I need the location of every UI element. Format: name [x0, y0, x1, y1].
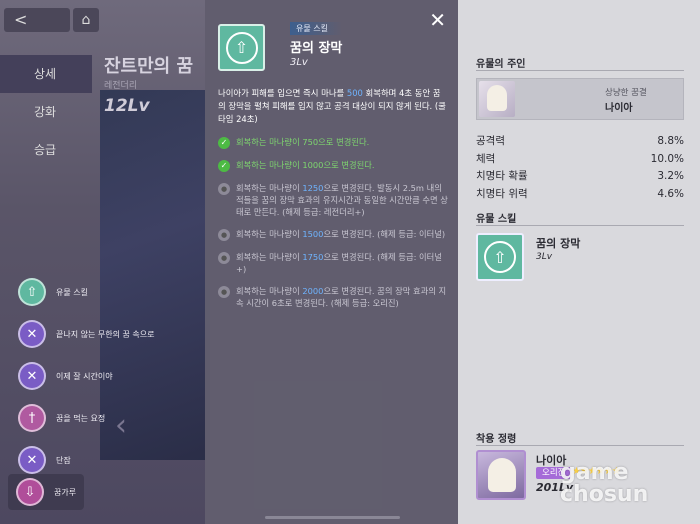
owner-card[interactable]: 상냥한 꿈결 나이아	[476, 78, 684, 120]
divider	[476, 225, 684, 226]
lock-icon: ●	[218, 183, 230, 195]
stat-row: 치명타 위력 4.6%	[476, 187, 684, 200]
tab-detail[interactable]: 상세	[0, 55, 92, 93]
up-arrow-icon: ⇧	[18, 278, 46, 306]
skill-item[interactable]: ✕ 끝나지 않는 무한의 꿈 속으로	[18, 314, 155, 354]
owner-title: 유물의 주인	[476, 59, 526, 70]
upgrade-item: ✓ 회복하는 마나량이 1000으로 변경된다.	[218, 159, 450, 172]
stat-row: 치명타 확률 3.2%	[476, 170, 684, 182]
artifact-title: 잔트만의 꿈	[104, 56, 194, 77]
avatar	[479, 81, 515, 117]
stat-row: 체력 10.0%	[476, 152, 684, 165]
skill-icon: ⇧	[218, 24, 265, 71]
crossed-swords-icon: ✕	[18, 446, 46, 474]
close-icon[interactable]: ✕	[429, 10, 446, 30]
skill-label: 이제 잘 시간이야	[56, 371, 113, 381]
top-bar: < ⌂	[0, 0, 205, 38]
skill-name: 꿈의 장막	[290, 41, 343, 56]
scrollbar[interactable]	[265, 516, 400, 519]
skill-label: 꿈을 먹는 요정	[56, 413, 106, 423]
stat-list: 공격력 8.8% 체력 10.0% 치명타 확률 3.2% 치명타 위력 4.6%	[476, 133, 684, 203]
tab-promote[interactable]: 승급	[0, 131, 92, 169]
owner-name: 나이아	[605, 103, 633, 114]
back-button[interactable]: <	[4, 8, 70, 32]
equipped-spirit-avatar[interactable]	[476, 450, 526, 500]
artifact-skill-icon[interactable]: ⇧	[476, 233, 524, 281]
skill-label: 단잠	[56, 455, 71, 465]
upgrade-text: 회복하는 마나량이 1250으로 변경된다. 발동시 2.5m 내의 적들을 꿈…	[236, 183, 448, 217]
back-icon: <	[14, 10, 28, 29]
lock-icon: ●	[218, 252, 230, 264]
artifact-skill-level: 3Lv	[536, 252, 553, 262]
divider	[476, 70, 684, 71]
skill-item[interactable]: † 꿈을 먹는 요정	[18, 398, 155, 438]
skill-item[interactable]: ⇧ 유물 스킬	[18, 272, 155, 312]
stat-row: 공격력 8.8%	[476, 135, 684, 147]
crossed-swords-icon: ✕	[18, 362, 46, 390]
artifact-skill-name: 꿈의 장막	[536, 237, 581, 250]
upgrade-item: ● 회복하는 마나량이 1500으로 변경된다. (해제 등급: 이터널)	[218, 228, 450, 241]
tab-enhance[interactable]: 강화	[0, 93, 92, 131]
skill-item[interactable]: ✕ 이제 잘 시간이야	[18, 356, 155, 396]
skill-label: 끝나지 않는 무한의 꿈 속으로	[56, 329, 155, 339]
upgrade-text: 회복하는 마나량이 1500으로 변경된다. (해제 등급: 이터널)	[236, 229, 446, 239]
upgrade-item: ✓ 회복하는 마나량이 750으로 변경된다.	[218, 136, 450, 149]
upgrade-text: 회복하는 마나량이 1750으로 변경된다. (해제 등급: 이터널+)	[236, 252, 442, 274]
upgrade-text: 회복하는 마나량이 2000으로 변경된다. 꿈의 장막 효과의 지속 시간이 …	[236, 286, 447, 308]
skill-description: 나이아가 피해를 입으면 즉시 마나를 500 회복하며 4초 동안 꿈의 장막…	[218, 88, 446, 124]
up-arrow-icon: ⇧	[484, 241, 516, 273]
skill-item[interactable]: ⇩ 꿈가루	[8, 474, 85, 510]
upgrade-list: ✓ 회복하는 마나량이 750으로 변경된다. ✓ 회복하는 마나량이 1000…	[218, 136, 450, 319]
equip-section-title: 착용 정령	[476, 434, 517, 445]
skill-label: 꿈가루	[54, 487, 77, 497]
skill-type-tag: 유물 스킬	[290, 22, 342, 35]
skill-section-title: 유물 스킬	[476, 214, 517, 225]
check-icon: ✓	[218, 137, 230, 149]
upgrade-text: 회복하는 마나량이 750으로 변경된다.	[236, 137, 370, 147]
sword-icon: †	[18, 404, 46, 432]
side-tabs: 상세 강화 승급	[0, 55, 92, 169]
upgrade-item: ● 회복하는 마나량이 1750으로 변경된다. (해제 등급: 이터널+)	[218, 251, 450, 275]
divider	[476, 445, 684, 446]
upgrade-item: ● 회복하는 마나량이 1250으로 변경된다. 발동시 2.5m 내의 적들을…	[218, 182, 450, 218]
skill-label: 유물 스킬	[56, 287, 88, 297]
lock-icon: ●	[218, 286, 230, 298]
artifact-grade: 레전더리	[104, 81, 138, 91]
up-arrow-icon: ⇧	[225, 31, 258, 64]
artifact-info-panel: 유물의 주인 상냥한 꿈결 나이아 공격력 8.8% 체력 10.0% 치명타 확률…	[458, 0, 700, 524]
watermark: game chosun	[560, 460, 649, 507]
home-button[interactable]: ⌂	[73, 8, 99, 32]
skill-list: ⇧ 유물 스킬 ✕ 끝나지 않는 무한의 꿈 속으로 ✕ 이제 잘 시간이야 †…	[8, 272, 155, 510]
home-icon: ⌂	[81, 12, 91, 28]
check-icon: ✓	[218, 160, 230, 172]
crossed-swords-icon: ✕	[18, 320, 46, 348]
skill-detail-modal: ✕ ⇧ 유물 스킬 꿈의 장막 3Lv 나이아가 피해를 입으면 즉시 마나를 …	[205, 0, 458, 524]
upgrade-item: ● 회복하는 마나량이 2000으로 변경된다. 꿈의 장막 효과의 지속 시간…	[218, 285, 450, 309]
artifact-level: 12Lv	[104, 96, 150, 116]
owner-subtitle: 상냥한 꿈결	[605, 88, 647, 98]
skill-level: 3Lv	[290, 57, 308, 68]
down-arrow-icon: ⇩	[16, 478, 44, 506]
upgrade-text: 회복하는 마나량이 1000으로 변경된다.	[236, 160, 375, 170]
lock-icon: ●	[218, 229, 230, 241]
